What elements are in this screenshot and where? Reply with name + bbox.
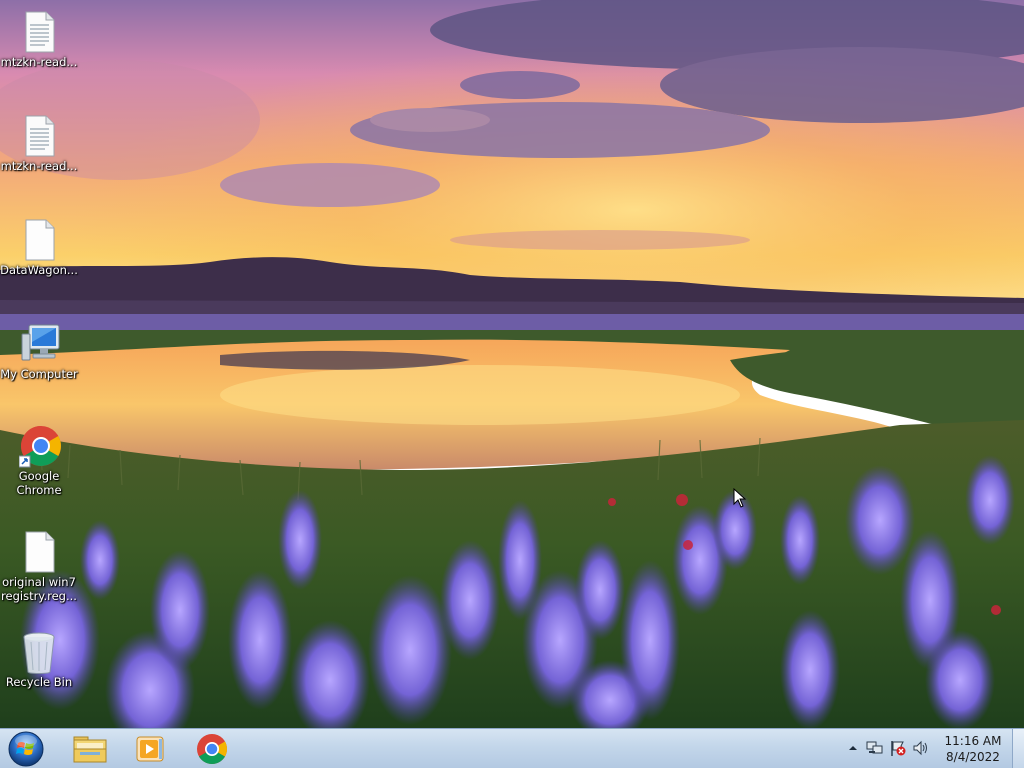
clock-time: 11:16 AM <box>944 734 1002 748</box>
text-document-icon <box>19 114 59 158</box>
blank-document-icon <box>19 530 59 574</box>
media-player-icon <box>136 736 164 762</box>
action-center-flag-icon <box>891 741 906 756</box>
chrome-icon <box>197 734 228 765</box>
chevron-up-icon <box>849 746 857 750</box>
show-desktop-button[interactable] <box>1012 729 1024 768</box>
desktop-icon-label: Google Chrome <box>16 469 62 497</box>
text-document-icon <box>19 10 59 54</box>
desktop-icon-label: original win7 registry.reg... <box>1 575 77 603</box>
desktop-icon-label: mtzkn-read... <box>0 55 78 69</box>
network-icon <box>866 741 883 754</box>
computer-icon <box>19 322 60 366</box>
taskbar-media-player-button[interactable] <box>124 731 176 767</box>
system-clock[interactable]: 11:16 AM 8/4/2022 <box>930 733 1016 765</box>
desktop-icon-label: Recycle Bin <box>5 675 73 689</box>
desktop-icon-mtzkn-readme-1[interactable]: mtzkn-read... <box>0 10 78 69</box>
taskbar-chrome-button[interactable] <box>186 731 238 767</box>
desktop-icon-mtzkn-readme-2[interactable]: mtzkn-read... <box>0 114 78 173</box>
desktop-icon-label: DataWagon... <box>0 263 78 277</box>
chrome-icon <box>18 424 61 468</box>
folder-icon <box>73 736 107 763</box>
desktop-wallpaper <box>0 0 1024 728</box>
desktop-icon-label: mtzkn-read... <box>0 159 78 173</box>
blank-document-icon <box>19 218 59 262</box>
network-tray-button[interactable] <box>866 739 884 757</box>
mouse-cursor <box>733 488 747 508</box>
desktop-icon-recycle-bin[interactable]: Recycle Bin <box>0 630 78 689</box>
desktop-icon-datawagon[interactable]: DataWagon... <box>0 218 78 277</box>
desktop-icon-my-computer[interactable]: My Computer <box>0 322 78 381</box>
windows-logo-icon <box>8 731 44 767</box>
volume-tray-button[interactable] <box>912 739 930 757</box>
taskbar-explorer-button[interactable] <box>64 731 116 767</box>
desktop-icon-original-win7-registry[interactable]: original win7 registry.reg... <box>0 530 78 603</box>
desktop-icon-label: My Computer <box>0 367 78 381</box>
recycle-bin-icon <box>19 630 59 674</box>
taskbar: 11:16 AM 8/4/2022 <box>0 728 1024 768</box>
desktop-icon-google-chrome[interactable]: Google Chrome <box>0 424 78 497</box>
action-center-tray-button[interactable] <box>889 739 907 757</box>
volume-icon <box>913 740 927 756</box>
start-button[interactable] <box>6 730 46 768</box>
show-hidden-icons-button[interactable] <box>844 739 862 757</box>
clock-date: 8/4/2022 <box>946 750 1000 764</box>
